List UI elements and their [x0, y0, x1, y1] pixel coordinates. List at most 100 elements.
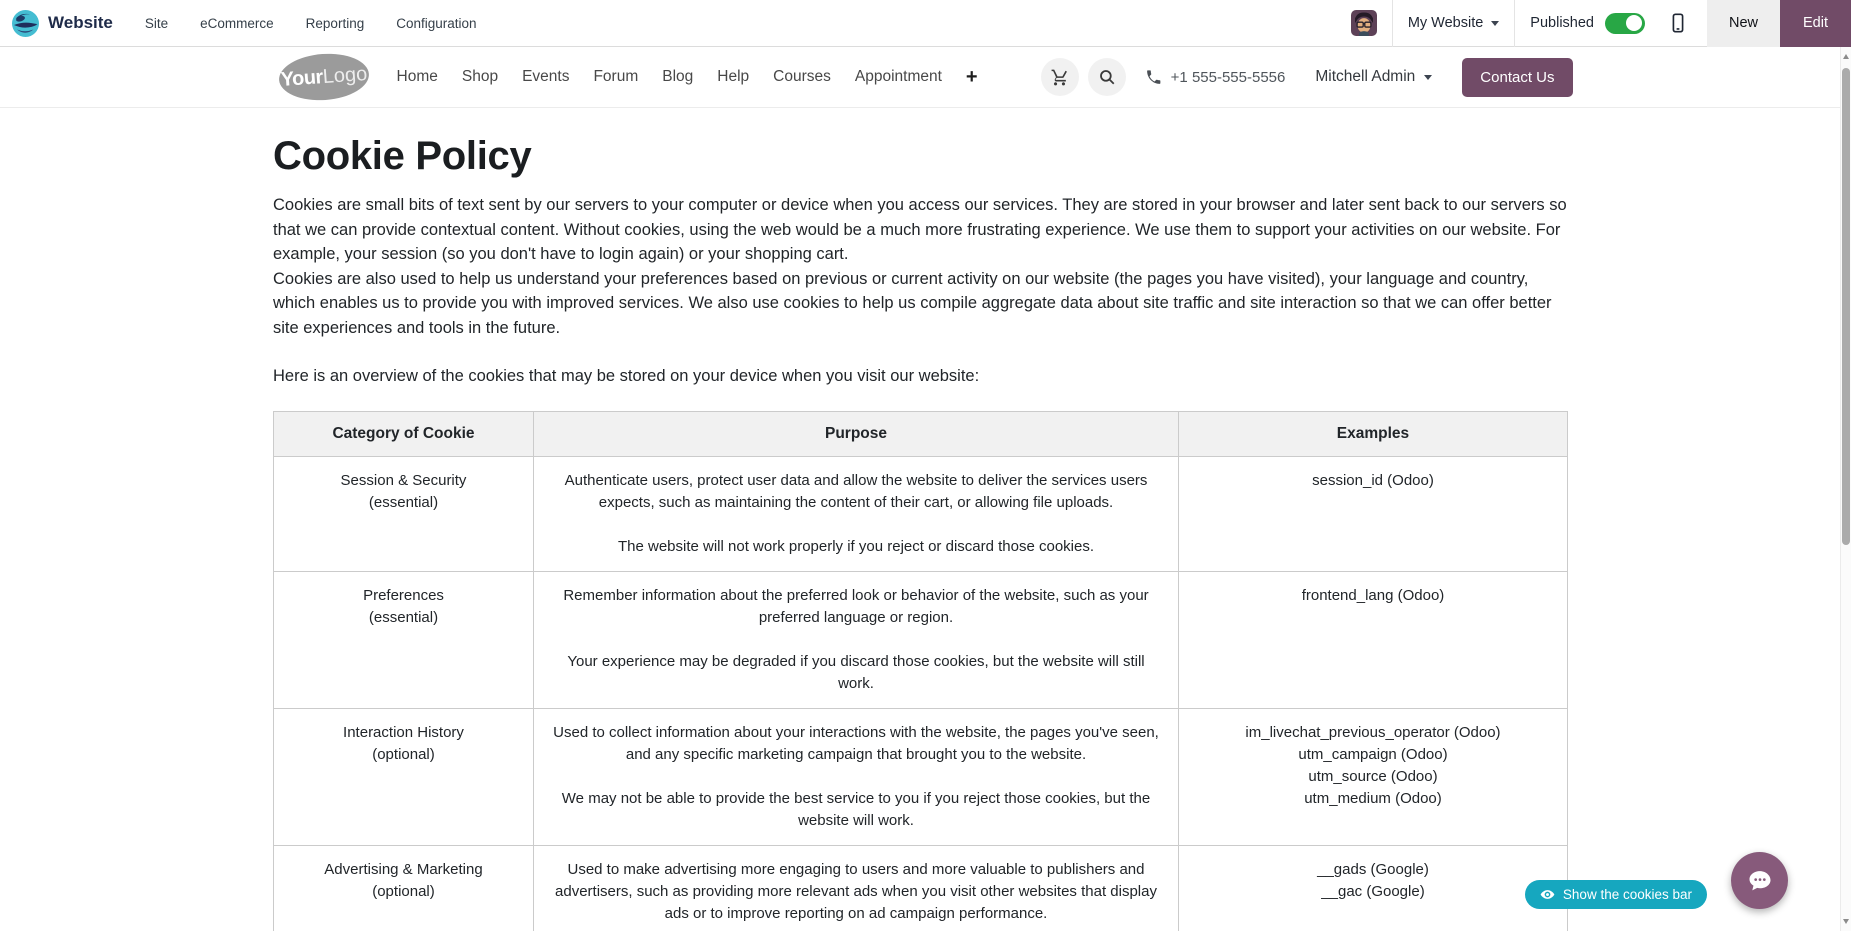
purpose-cell: Used to collect information about your i…: [533, 707, 1179, 846]
phone-number: +1 555-555-5556: [1170, 68, 1286, 86]
scroll-down-arrow[interactable]: [1843, 919, 1849, 924]
nav-appointment[interactable]: Appointment: [843, 68, 954, 86]
site-logo[interactable]: Your Logo: [277, 50, 370, 104]
user-avatar[interactable]: [1350, 10, 1377, 36]
contact-us-button[interactable]: Contact Us: [1462, 57, 1573, 97]
phone-icon: [1146, 69, 1161, 84]
search-button[interactable]: [1087, 58, 1126, 96]
category-qualifier: (optional): [372, 745, 435, 763]
nav-courses[interactable]: Courses: [761, 68, 843, 86]
site-logo-text-your: Your: [279, 65, 324, 91]
odoo-website-logo-icon: [12, 9, 39, 37]
vertical-scrollbar[interactable]: [1840, 47, 1851, 931]
examples-cell: im_livechat_previous_operator (Odoo) utm…: [1178, 707, 1568, 846]
chevron-down-icon: [1491, 20, 1500, 26]
category-name: Interaction History: [343, 723, 464, 741]
nav-shop[interactable]: Shop: [450, 68, 510, 86]
user-name: Mitchell Admin: [1315, 68, 1416, 85]
overview-line: Here is an overview of the cookies that …: [273, 367, 980, 385]
nav-help[interactable]: Help: [705, 68, 761, 86]
category-name: Advertising & Marketing: [324, 860, 483, 878]
site-menu: Home Shop Events Forum Blog Help Courses…: [385, 66, 990, 89]
admin-menu-ecommerce[interactable]: eCommerce: [200, 16, 274, 31]
purpose-cell: Authenticate users, protect user data an…: [533, 455, 1179, 572]
admin-menu: Site eCommerce Reporting Configuration: [145, 16, 477, 31]
published-toggle[interactable]: [1604, 12, 1645, 34]
table-row: Interaction History (optional) Used to c…: [273, 707, 1568, 846]
livechat-icon: [1749, 870, 1770, 890]
examples-cell: session_id (Odoo): [1178, 455, 1568, 572]
category-qualifier: (essential): [368, 493, 439, 511]
page-title: Cookie Policy: [273, 134, 532, 178]
livechat-button[interactable]: [1731, 852, 1788, 909]
website-selector-label: My Website: [1407, 15, 1484, 31]
category-cell: Preferences (essential): [273, 570, 534, 709]
examples-cell: frontend_lang (Odoo): [1178, 570, 1568, 709]
category-qualifier: (optional): [372, 882, 435, 900]
new-button[interactable]: New: [1706, 0, 1780, 47]
col-header-purpose: Purpose: [533, 410, 1179, 457]
table-header-row: Category of Cookie Purpose Examples: [273, 410, 1568, 457]
example-item: __gads (Google): [1317, 860, 1429, 878]
category-qualifier: (essential): [368, 608, 439, 626]
show-cookies-bar-button[interactable]: Show the cookies bar: [1524, 880, 1707, 909]
table-row: Advertising & Marketing (optional) Used …: [273, 844, 1568, 931]
example-item: __gac (Google): [1321, 882, 1425, 900]
scroll-up-arrow[interactable]: [1843, 54, 1849, 59]
admin-menu-site[interactable]: Site: [145, 16, 168, 31]
purpose-text: Used to collect information about your i…: [553, 723, 1159, 763]
nav-events[interactable]: Events: [510, 68, 581, 86]
purpose-note: The website will not work properly if yo…: [617, 537, 1095, 555]
mobile-preview-icon[interactable]: [1667, 12, 1689, 34]
category-name: Session & Security: [340, 471, 467, 489]
category-name: Preferences: [363, 586, 444, 604]
edit-button[interactable]: Edit: [1780, 0, 1851, 47]
phone-link[interactable]: +1 555-555-5556: [1145, 68, 1286, 86]
toggle-knob: [1626, 15, 1643, 31]
chevron-down-icon: [1424, 74, 1433, 80]
nav-blog[interactable]: Blog: [650, 68, 705, 86]
show-cookies-bar-label: Show the cookies bar: [1562, 887, 1692, 902]
purpose-cell: Used to make advertising more engaging t…: [533, 844, 1179, 931]
category-cell: Advertising & Marketing (optional): [273, 844, 534, 931]
intro-paragraph-2: Cookies are also used to help us underst…: [273, 269, 1552, 337]
example-item: frontend_lang (Odoo): [1301, 586, 1445, 604]
purpose-text: Remember information about the preferred…: [563, 586, 1149, 626]
published-label: Published: [1530, 15, 1594, 31]
divider: [1391, 0, 1393, 47]
example-item: utm_campaign (Odoo): [1298, 745, 1448, 763]
website-selector-dropdown[interactable]: My Website: [1407, 15, 1500, 31]
purpose-note: Your experience may be degraded if you d…: [567, 652, 1145, 692]
site-header-right: +1 555-555-5556 Mitchell Admin Contact U…: [1032, 57, 1573, 97]
cart-icon: [1051, 69, 1068, 85]
page-content: Cookie Policy Cookies are small bits of …: [0, 109, 1840, 931]
purpose-cell: Remember information about the preferred…: [533, 570, 1179, 709]
plus-icon[interactable]: +: [954, 66, 990, 89]
eye-icon: [1540, 890, 1555, 899]
admin-navbar: Website Site eCommerce Reporting Configu…: [0, 0, 1851, 47]
divider: [1514, 0, 1516, 47]
table-row: Preferences (essential) Remember informa…: [273, 570, 1568, 709]
cart-button[interactable]: [1040, 58, 1079, 96]
admin-brand-label: Website: [48, 13, 113, 32]
site-logo-text-logo: Logo: [321, 62, 368, 88]
cookies-table: Category of Cookie Purpose Examples Sess…: [273, 410, 1568, 931]
admin-menu-configuration[interactable]: Configuration: [396, 16, 476, 31]
site-navbar: Your Logo Home Shop Events Forum Blog Hel…: [0, 47, 1851, 108]
user-menu-dropdown[interactable]: Mitchell Admin: [1315, 68, 1433, 86]
search-icon: [1099, 70, 1115, 85]
example-item: session_id (Odoo): [1312, 471, 1434, 489]
col-header-examples: Examples: [1178, 410, 1568, 457]
category-cell: Session & Security (essential): [273, 455, 534, 572]
nav-home[interactable]: Home: [385, 68, 450, 86]
purpose-note: We may not be able to provide the best s…: [561, 789, 1151, 829]
purpose-text: Used to make advertising more engaging t…: [555, 860, 1157, 922]
table-row: Session & Security (essential) Authentic…: [273, 455, 1568, 572]
admin-menu-reporting[interactable]: Reporting: [306, 16, 365, 31]
example-item: utm_source (Odoo): [1308, 767, 1438, 785]
intro-paragraph-1: Cookies are small bits of text sent by o…: [273, 196, 1567, 263]
scrollbar-thumb[interactable]: [1842, 68, 1850, 545]
example-item: utm_medium (Odoo): [1304, 789, 1442, 807]
nav-forum[interactable]: Forum: [581, 68, 650, 86]
examples-cell: __gads (Google) __gac (Google): [1178, 844, 1568, 931]
